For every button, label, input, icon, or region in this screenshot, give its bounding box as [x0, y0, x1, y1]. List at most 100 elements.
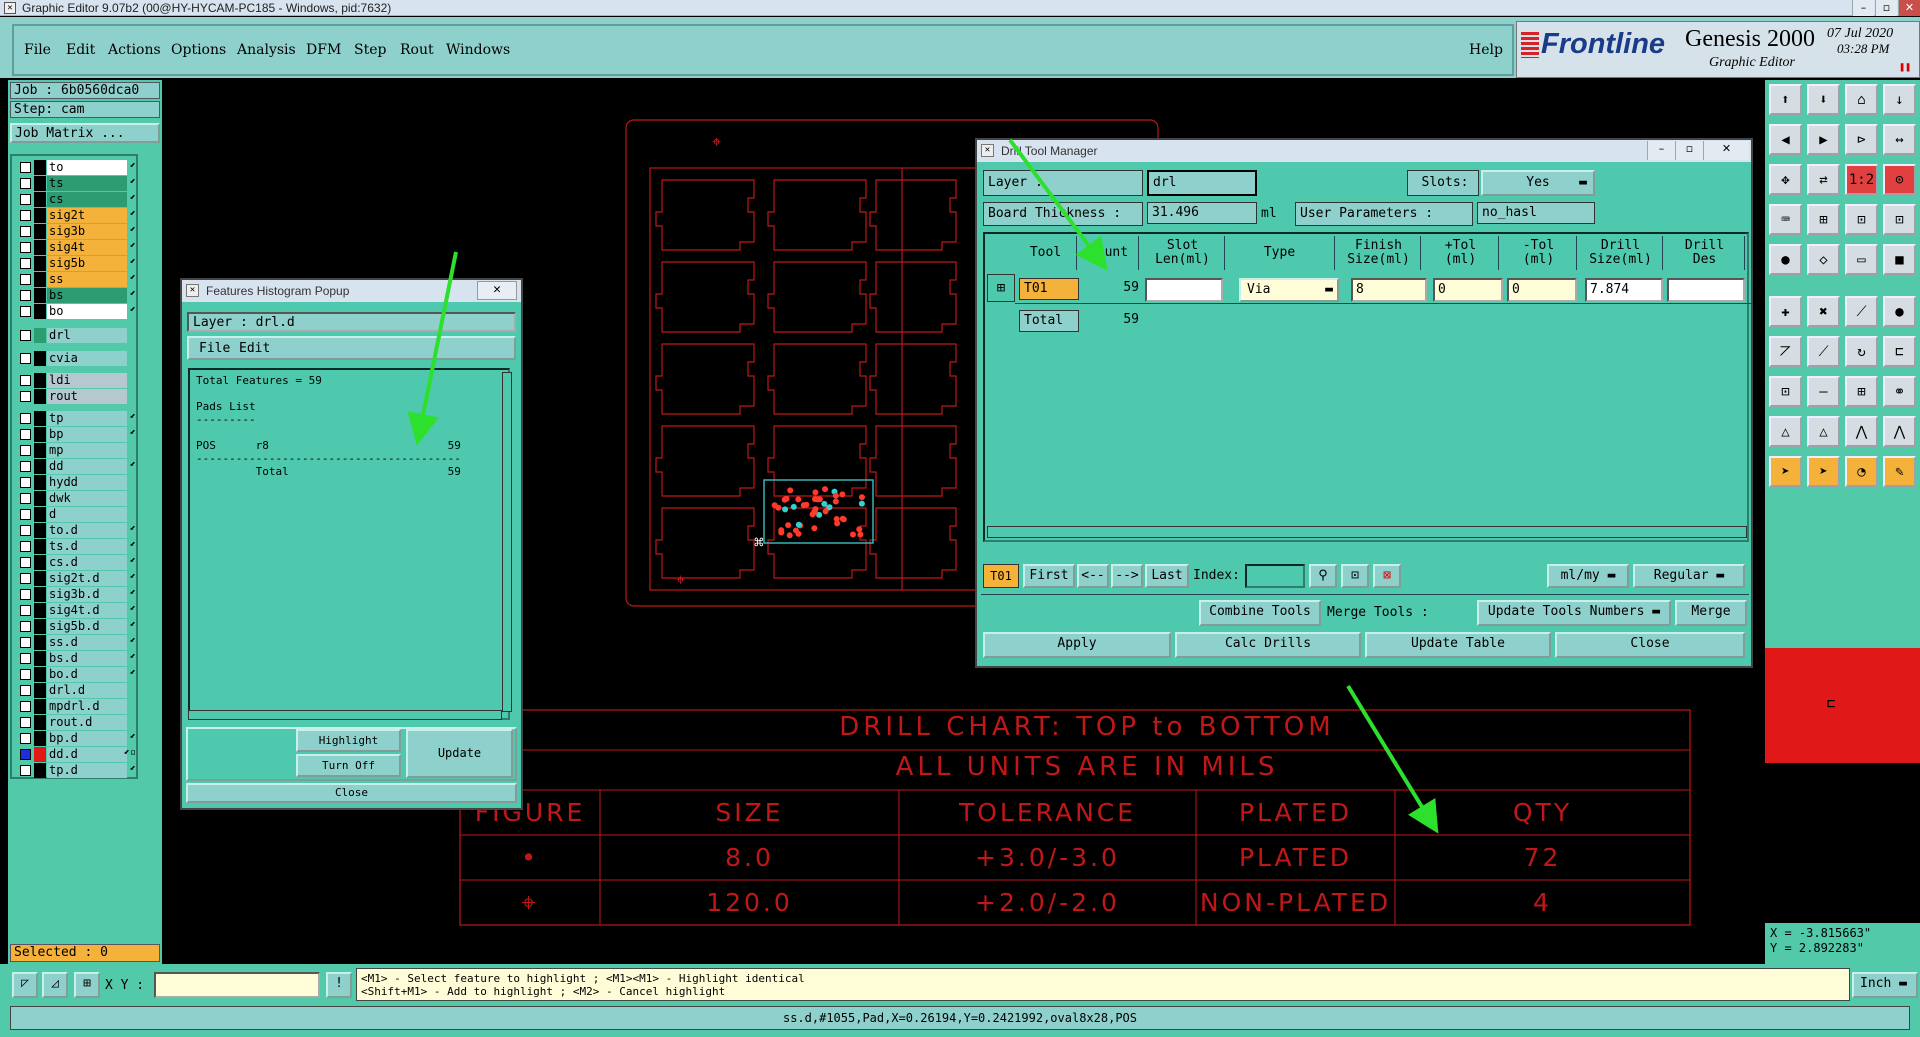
layer-row[interactable]: drl: [18, 328, 138, 343]
layer-row[interactable]: dwk: [18, 491, 138, 506]
layer-row[interactable]: d: [18, 507, 138, 522]
fit-icon[interactable]: ✥: [1769, 164, 1802, 195]
index-field[interactable]: [1245, 564, 1305, 588]
layer-name[interactable]: tp: [47, 411, 127, 426]
layer-row[interactable]: bs ⬋: [18, 288, 138, 303]
layer-checkbox[interactable]: [20, 541, 31, 552]
update-numbers-select[interactable]: Update Tools Numbers ▬: [1477, 600, 1671, 626]
menu-analysis[interactable]: Analysis: [237, 42, 296, 58]
layer-checkbox[interactable]: [20, 375, 31, 386]
layer-checkbox[interactable]: [20, 413, 31, 424]
plus-tol-field[interactable]: 0: [1433, 278, 1503, 302]
measure-tool-icon[interactable]: ◿: [42, 972, 68, 998]
arc-icon[interactable]: ⋀: [1845, 416, 1878, 447]
type-select[interactable]: Via ▬: [1239, 278, 1339, 302]
layer-row[interactable]: ts ⬋: [18, 176, 138, 191]
triangle2-icon[interactable]: △: [1807, 416, 1840, 447]
layer-checkbox[interactable]: [20, 605, 31, 616]
xy-input[interactable]: [154, 972, 320, 998]
keyboard-icon[interactable]: ⌨: [1769, 204, 1802, 235]
layer-name[interactable]: rout: [47, 389, 127, 404]
layer-name[interactable]: bp.d: [47, 731, 127, 746]
grid-tool-icon[interactable]: ⊞: [74, 972, 100, 998]
link-icon[interactable]: ⚭: [1883, 376, 1916, 407]
home-icon[interactable]: ⌂: [1845, 84, 1878, 115]
layer-row[interactable]: rout: [18, 389, 138, 404]
swap-icon[interactable]: ⇄: [1807, 164, 1840, 195]
layer-row[interactable]: to.d ⬋: [18, 523, 138, 538]
layer-row[interactable]: to ⬋: [18, 160, 138, 175]
next-button[interactable]: -->: [1111, 564, 1143, 588]
layer-checkbox[interactable]: [20, 210, 31, 221]
layer-name[interactable]: sig5b: [47, 256, 127, 271]
layer-row[interactable]: bs.d ⬋: [18, 651, 138, 666]
layer-row[interactable]: bo.d ⬋: [18, 667, 138, 682]
layer-row[interactable]: sig3b ⬋: [18, 224, 138, 239]
menu-actions[interactable]: Actions: [108, 42, 161, 58]
layer-row[interactable]: ss ⬋: [18, 272, 138, 287]
turn-off-button[interactable]: Turn Off: [296, 754, 401, 777]
layer-name[interactable]: rout.d: [47, 715, 127, 730]
layer-checkbox[interactable]: [20, 258, 31, 269]
find-icon[interactable]: ⚲: [1309, 564, 1337, 588]
prev-button[interactable]: <--: [1077, 564, 1109, 588]
slots-select[interactable]: Yes ▬: [1481, 170, 1595, 196]
layer-name[interactable]: cs: [47, 192, 127, 207]
drill-des-field[interactable]: [1667, 278, 1745, 302]
menu-help[interactable]: Help: [1469, 42, 1503, 58]
update-button[interactable]: Update: [406, 729, 513, 778]
layer-checkbox[interactable]: [20, 669, 31, 680]
layer-checkbox[interactable]: [20, 330, 31, 341]
histogram-hscroll[interactable]: [188, 710, 502, 720]
first-button[interactable]: First: [1023, 564, 1075, 588]
layer-row[interactable]: dd.d ⬋▫: [18, 747, 138, 762]
units-select[interactable]: ml/my ▬: [1547, 564, 1629, 588]
table-hscroll[interactable]: [987, 526, 1747, 538]
last-button[interactable]: Last: [1145, 564, 1189, 588]
layer-name[interactable]: dd: [47, 459, 127, 474]
layer-name[interactable]: ts.d: [47, 539, 127, 554]
layer-checkbox[interactable]: [20, 589, 31, 600]
layer-name[interactable]: d: [47, 507, 127, 522]
layer-name[interactable]: sig4t: [47, 240, 127, 255]
target-icon[interactable]: ⊙: [1883, 164, 1916, 195]
histogram-close-icon[interactable]: ✕: [477, 281, 517, 300]
layer-checkbox[interactable]: [20, 429, 31, 440]
layer-name[interactable]: drl: [47, 328, 127, 343]
fill-icon[interactable]: ■: [1883, 244, 1916, 275]
layer-name[interactable]: bo.d: [47, 667, 127, 682]
drill-close-icon[interactable]: ✕: [1703, 141, 1749, 160]
box2-icon[interactable]: ⊡: [1883, 204, 1916, 235]
line-icon[interactable]: ⟋: [1845, 296, 1878, 327]
layer-row[interactable]: cs.d ⬋: [18, 555, 138, 570]
layer-name[interactable]: mp: [47, 443, 127, 458]
highlight-button[interactable]: Highlight: [296, 729, 401, 752]
bracket-icon[interactable]: ⊏: [1883, 336, 1916, 367]
layer-checkbox[interactable]: [20, 226, 31, 237]
arc2-icon[interactable]: ⋀: [1883, 416, 1916, 447]
drill-minimize-icon[interactable]: –: [1647, 141, 1675, 160]
layer-row[interactable]: ts.d ⬋: [18, 539, 138, 554]
layer-checkbox[interactable]: [20, 391, 31, 402]
layer-row[interactable]: ldi: [18, 373, 138, 388]
menu-file[interactable]: File: [24, 42, 51, 58]
layer-name[interactable]: bs: [47, 288, 127, 303]
layer-checkbox[interactable]: [20, 306, 31, 317]
pad-icon[interactable]: ●: [1769, 244, 1802, 275]
minus-tol-field[interactable]: 0: [1507, 278, 1577, 302]
layer-name[interactable]: to: [47, 160, 127, 175]
layer-checkbox[interactable]: [20, 290, 31, 301]
drill-maximize-icon[interactable]: ▫: [1675, 141, 1703, 160]
layer-checkbox[interactable]: [20, 162, 31, 173]
layer-checkbox[interactable]: [20, 749, 31, 760]
layer-name[interactable]: hydd: [47, 475, 127, 490]
layer-checkbox[interactable]: [20, 557, 31, 568]
tool-t01[interactable]: T01: [1019, 278, 1079, 300]
layer-row[interactable]: bp.d ⬋: [18, 731, 138, 746]
layer-row[interactable]: tp.d ⬋: [18, 763, 138, 778]
layer-checkbox[interactable]: [20, 445, 31, 456]
layer-name[interactable]: dwk: [47, 491, 127, 506]
layer-name[interactable]: ldi: [47, 373, 127, 388]
grid2-icon[interactable]: ⊞: [1845, 376, 1878, 407]
layer-checkbox[interactable]: [20, 461, 31, 472]
